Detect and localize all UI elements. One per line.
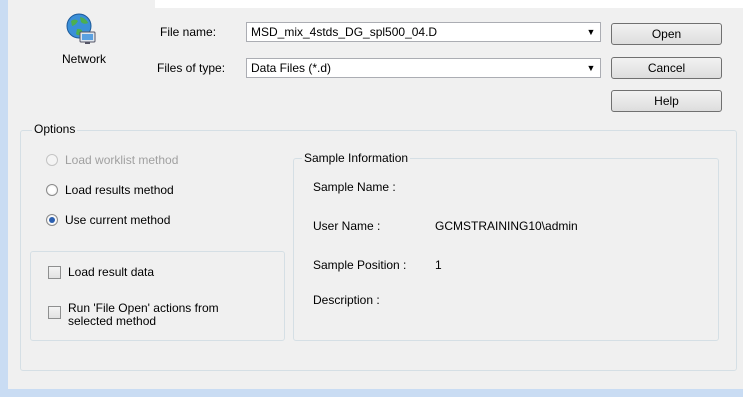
files-of-type-label: Files of type: [157, 61, 226, 75]
user-name-value: GCMSTRAINING10\admin [435, 219, 578, 233]
checkbox[interactable] [48, 306, 61, 319]
radio-label[interactable]: Load results method [65, 183, 174, 197]
run-file-open-actions-checkbox[interactable]: Run 'File Open' actions from selected me… [48, 302, 219, 328]
sample-position-label: Sample Position : [313, 258, 407, 272]
options-title: Options [32, 122, 78, 136]
window-frame-bottom [0, 389, 743, 397]
sample-information-title: Sample Information [302, 151, 411, 165]
files-of-type-combobox[interactable]: Data Files (*.d) ▼ [246, 58, 601, 78]
radio-label: Load worklist method [65, 153, 179, 167]
chevron-down-icon[interactable]: ▼ [582, 63, 600, 73]
radio-button[interactable] [46, 214, 58, 226]
radio-button [46, 154, 58, 166]
chevron-down-icon[interactable]: ▼ [582, 27, 600, 37]
checkbox-label[interactable]: Load result data [68, 265, 154, 279]
load-result-data-checkbox[interactable]: Load result data [48, 265, 154, 279]
file-name-label: File name: [160, 25, 217, 39]
sample-position-value: 1 [435, 258, 442, 272]
use-current-method-radio[interactable]: Use current method [46, 213, 170, 227]
file-name-combobox[interactable]: MSD_mix_4stds_DG_spl500_04.D ▼ [246, 22, 601, 42]
user-name-label: User Name : [313, 219, 381, 233]
network-label[interactable]: Network [58, 52, 110, 66]
checkbox-label-line2[interactable]: selected method [68, 315, 219, 328]
checkbox[interactable] [48, 265, 61, 279]
load-worklist-method-radio: Load worklist method [46, 153, 178, 167]
help-button[interactable]: Help [611, 90, 722, 112]
radio-button[interactable] [46, 184, 58, 196]
cancel-button[interactable]: Cancel [611, 57, 722, 79]
load-results-method-radio[interactable]: Load results method [46, 183, 174, 197]
window-frame-left [0, 0, 8, 397]
radio-label[interactable]: Use current method [65, 213, 170, 227]
file-name-value[interactable]: MSD_mix_4stds_DG_spl500_04.D [251, 25, 582, 39]
open-button[interactable]: Open [611, 23, 722, 45]
network-globe-icon[interactable] [64, 12, 98, 46]
file-list-edge [155, 0, 743, 8]
sample-name-label: Sample Name : [313, 180, 396, 194]
description-label: Description : [313, 293, 380, 307]
files-of-type-value[interactable]: Data Files (*.d) [251, 61, 582, 75]
